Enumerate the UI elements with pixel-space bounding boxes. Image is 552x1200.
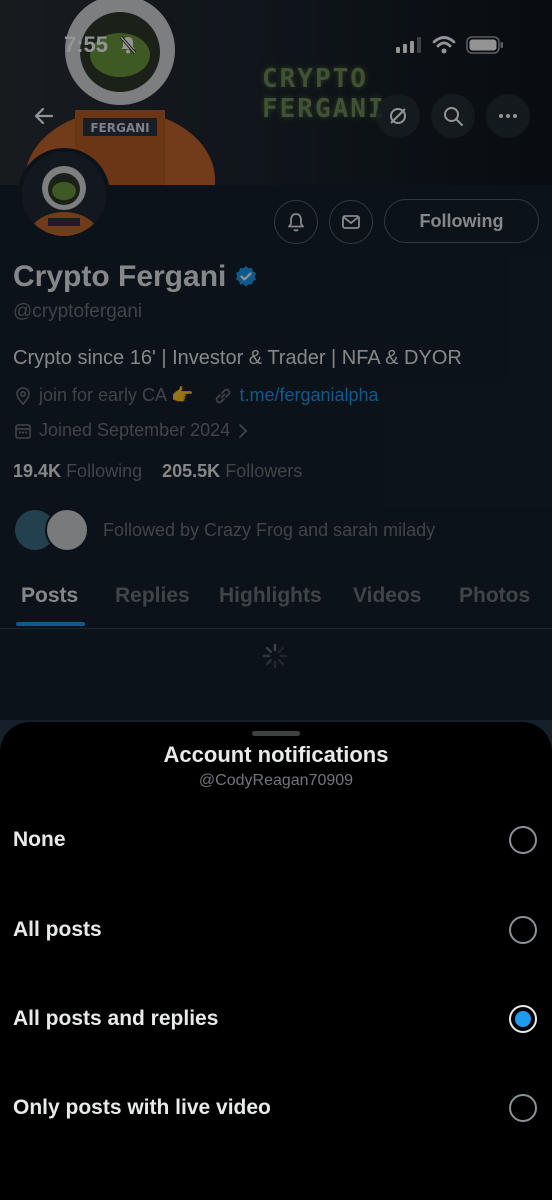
radio-button[interactable]	[509, 826, 537, 854]
option-all-posts-and-replies[interactable]: All posts and replies	[0, 989, 552, 1049]
arrow-left-icon	[34, 107, 54, 125]
wifi-icon	[432, 36, 456, 54]
tab-photos[interactable]: Photos	[459, 584, 530, 608]
option-label: None	[13, 828, 66, 851]
calendar-icon	[15, 423, 31, 439]
followers-stat[interactable]: 205.5K Followers	[162, 461, 302, 481]
banner-logo-text: CRYPTO FERGANI	[262, 64, 386, 124]
profile-name-row: Crypto Fergani	[13, 260, 258, 294]
followed-by-row[interactable]: Followed by Crazy Frog and sarah milady	[13, 508, 435, 552]
tab-highlights[interactable]: Highlights	[219, 584, 322, 608]
bell-slash-icon	[119, 36, 137, 54]
chevron-right-icon	[239, 423, 248, 438]
follower-avatar	[45, 508, 89, 552]
tab-posts[interactable]: Posts	[21, 584, 78, 608]
grok-button[interactable]	[376, 94, 420, 138]
tab-replies[interactable]: Replies	[115, 584, 190, 608]
profile-joined-row[interactable]: Joined September 2024	[13, 420, 250, 441]
bell-plus-icon	[288, 213, 304, 232]
battery-icon	[466, 36, 503, 54]
search-icon	[444, 107, 463, 126]
profile-link[interactable]: t.me/ferganialpha	[239, 385, 378, 406]
radio-button[interactable]	[509, 916, 537, 944]
link-icon	[216, 388, 231, 403]
sheet-grabber[interactable]	[252, 731, 300, 736]
profile-avatar[interactable]	[18, 148, 110, 240]
sheet-subtitle: @CodyReagan70909	[198, 772, 354, 789]
profile-bio: Crypto since 16' | Investor & Trader | N…	[13, 347, 462, 369]
back-button[interactable]	[22, 94, 66, 138]
following-stat[interactable]: 19.4K Following	[13, 461, 142, 481]
cellular-signal-icon	[396, 37, 421, 53]
profile-handle: @cryptofergani	[13, 301, 143, 322]
profile-meta-row: join for early CA 👉 t.me/ferganialpha	[13, 385, 379, 406]
option-none[interactable]: None	[0, 810, 552, 870]
profile-stats: 19.4K Following 205.5K Followers	[13, 461, 302, 482]
following-button[interactable]: Following	[384, 199, 539, 243]
loading-spinner-icon	[262, 643, 288, 669]
search-button[interactable]	[431, 94, 475, 138]
sheet-title: Account notifications	[163, 742, 389, 767]
option-live-video-posts[interactable]: Only posts with live video	[0, 1078, 552, 1138]
profile-joined: Joined September 2024	[39, 420, 231, 440]
option-label: Only posts with live video	[13, 1096, 271, 1119]
more-horizontal-icon	[499, 114, 517, 118]
account-notifications-sheet: Account notifications @CodyReagan70909 N…	[0, 722, 552, 1200]
status-indicators	[396, 36, 504, 54]
profile-tabs: Posts Replies Highlights Videos Photos	[0, 578, 552, 628]
notifications-button[interactable]	[274, 200, 318, 244]
more-options-button[interactable]	[486, 94, 530, 138]
option-label: All posts and replies	[13, 1007, 219, 1030]
followed-by-text: Followed by Crazy Frog and sarah milady	[103, 519, 436, 540]
avatar-astronaut-image	[22, 152, 106, 236]
option-all-posts[interactable]: All posts	[0, 900, 552, 960]
radio-button-selected[interactable]	[509, 1005, 537, 1033]
envelope-icon	[342, 215, 360, 229]
profile-location: join for early CA 👉	[39, 385, 194, 405]
tab-videos[interactable]: Videos	[353, 584, 421, 608]
message-button[interactable]	[329, 200, 373, 244]
tabs-divider	[0, 628, 552, 629]
svg-text:FERGANI: FERGANI	[90, 121, 149, 135]
grok-icon	[390, 108, 406, 124]
status-time: 7:55	[64, 32, 109, 57]
verified-badge-icon[interactable]	[234, 265, 258, 289]
active-tab-indicator	[16, 622, 85, 626]
radio-selected-dot	[515, 1011, 531, 1027]
location-pin-icon	[16, 386, 30, 405]
option-label: All posts	[13, 918, 102, 941]
profile-name: Crypto Fergani	[13, 260, 227, 293]
radio-button[interactable]	[509, 1094, 537, 1122]
